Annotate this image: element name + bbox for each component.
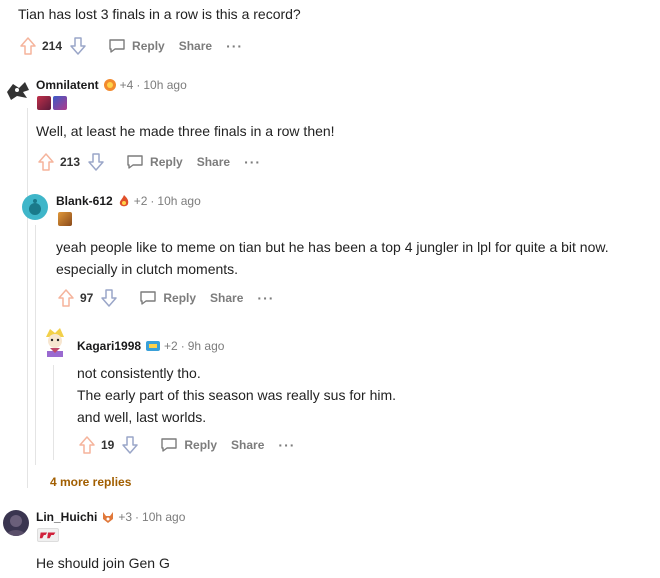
reply-button[interactable]: Reply bbox=[160, 437, 217, 453]
parent-comment-text: Tian has lost 3 finals in a row is this … bbox=[18, 6, 301, 22]
avatar[interactable] bbox=[40, 325, 70, 359]
share-button[interactable]: Share bbox=[231, 438, 264, 452]
speech-bubble-icon bbox=[161, 438, 178, 452]
vote-count: 19 bbox=[101, 438, 115, 452]
ellipsis-icon[interactable]: ··· bbox=[257, 290, 274, 306]
reply-label: Reply bbox=[184, 438, 218, 452]
downvote-arrow-icon[interactable] bbox=[120, 435, 140, 455]
avatar[interactable] bbox=[3, 510, 29, 536]
upvote-arrow-icon[interactable] bbox=[77, 435, 97, 455]
username[interactable]: Kagari1998 bbox=[77, 339, 141, 353]
ellipsis-icon[interactable]: ··· bbox=[226, 38, 243, 54]
reply-button[interactable]: Reply bbox=[126, 154, 183, 170]
team-logo-badge-icon bbox=[37, 528, 59, 542]
champion-badge-icon bbox=[37, 96, 51, 110]
comment-meta: Kagari1998 +2 · 9h ago bbox=[77, 339, 225, 353]
ellipsis-icon[interactable]: ··· bbox=[278, 437, 295, 453]
flame-award-icon bbox=[117, 194, 131, 208]
timestamp: 10h ago bbox=[142, 510, 186, 524]
comment-line: The early part of this season was really… bbox=[77, 387, 397, 403]
comment-meta: Blank-612 +2 · 10h ago bbox=[56, 194, 201, 208]
share-button[interactable]: Share bbox=[179, 39, 212, 53]
karma-score: +3 bbox=[118, 510, 133, 524]
reply-label: Reply bbox=[132, 39, 165, 53]
comment-line: yeah people like to meme on tian but he … bbox=[56, 239, 609, 255]
speech-bubble-icon bbox=[140, 291, 157, 305]
more-replies-link[interactable]: 4 more replies bbox=[50, 475, 131, 489]
flair-badges bbox=[37, 96, 67, 110]
action-bar-parent: 214 Reply Share ··· bbox=[18, 34, 243, 58]
downvote-arrow-icon[interactable] bbox=[99, 288, 119, 308]
username[interactable]: Lin_Huichi bbox=[36, 510, 97, 524]
vote-count: 97 bbox=[80, 291, 94, 305]
fox-award-icon bbox=[101, 510, 115, 524]
timestamp: 10h ago bbox=[143, 78, 187, 92]
timestamp: 9h ago bbox=[187, 339, 225, 353]
reply-button[interactable]: Reply bbox=[139, 290, 196, 306]
comment-meta: Lin_Huichi +3 · 10h ago bbox=[36, 510, 186, 524]
share-button[interactable]: Share bbox=[197, 155, 230, 169]
upvote-arrow-icon[interactable] bbox=[18, 36, 38, 56]
comment-body: not consistently tho. The early part of … bbox=[77, 362, 396, 428]
thread-line-kagari[interactable] bbox=[53, 365, 54, 460]
thread-line-omnilatent[interactable] bbox=[27, 108, 28, 488]
speech-bubble-icon bbox=[127, 155, 143, 169]
ellipsis-icon[interactable]: ··· bbox=[244, 154, 261, 170]
share-button[interactable]: Share bbox=[210, 291, 243, 305]
action-bar-omnilatent: 213 Reply Share ··· bbox=[36, 150, 261, 174]
thread-line-blank[interactable] bbox=[35, 225, 36, 465]
upvote-arrow-icon[interactable] bbox=[56, 288, 76, 308]
comment-line: especially in clutch moments. bbox=[56, 261, 239, 277]
champion-badge-icon bbox=[53, 96, 67, 110]
flair-badges bbox=[37, 528, 59, 542]
karma-score: +2 bbox=[164, 339, 178, 353]
reply-label: Reply bbox=[150, 155, 183, 169]
action-bar-blank: 97 Reply Share ··· bbox=[56, 286, 274, 310]
avatar[interactable] bbox=[22, 194, 48, 220]
username[interactable]: Omnilatent bbox=[36, 78, 99, 92]
vote-count: 213 bbox=[60, 155, 81, 169]
comment-body: Well, at least he made three finals in a… bbox=[36, 123, 335, 139]
flair-badges bbox=[58, 212, 72, 226]
karma-score: +2 bbox=[133, 194, 148, 208]
avatar[interactable] bbox=[5, 78, 31, 104]
karma-score: +4 bbox=[119, 78, 134, 92]
comment-meta: Omnilatent +4 · 10h ago bbox=[36, 78, 187, 92]
comment-line: and well, last worlds. bbox=[77, 409, 207, 425]
vote-count: 214 bbox=[42, 39, 63, 53]
downvote-arrow-icon[interactable] bbox=[68, 36, 88, 56]
timestamp: 10h ago bbox=[157, 194, 201, 208]
upvote-arrow-icon[interactable] bbox=[36, 152, 56, 172]
comment-body: He should join Gen G bbox=[36, 555, 170, 571]
downvote-arrow-icon[interactable] bbox=[86, 152, 106, 172]
action-bar-kagari: 19 Reply Share ··· bbox=[77, 433, 295, 457]
username[interactable]: Blank-612 bbox=[56, 194, 113, 208]
comment-body: yeah people like to meme on tian but he … bbox=[56, 236, 609, 280]
champion-badge-icon bbox=[58, 212, 72, 226]
reply-button[interactable]: Reply bbox=[108, 38, 165, 54]
reply-label: Reply bbox=[163, 291, 197, 305]
speech-bubble-icon bbox=[109, 39, 125, 53]
comment-line: not consistently tho. bbox=[77, 365, 201, 381]
flame-award-icon bbox=[103, 78, 117, 92]
shield-award-icon bbox=[145, 339, 161, 353]
